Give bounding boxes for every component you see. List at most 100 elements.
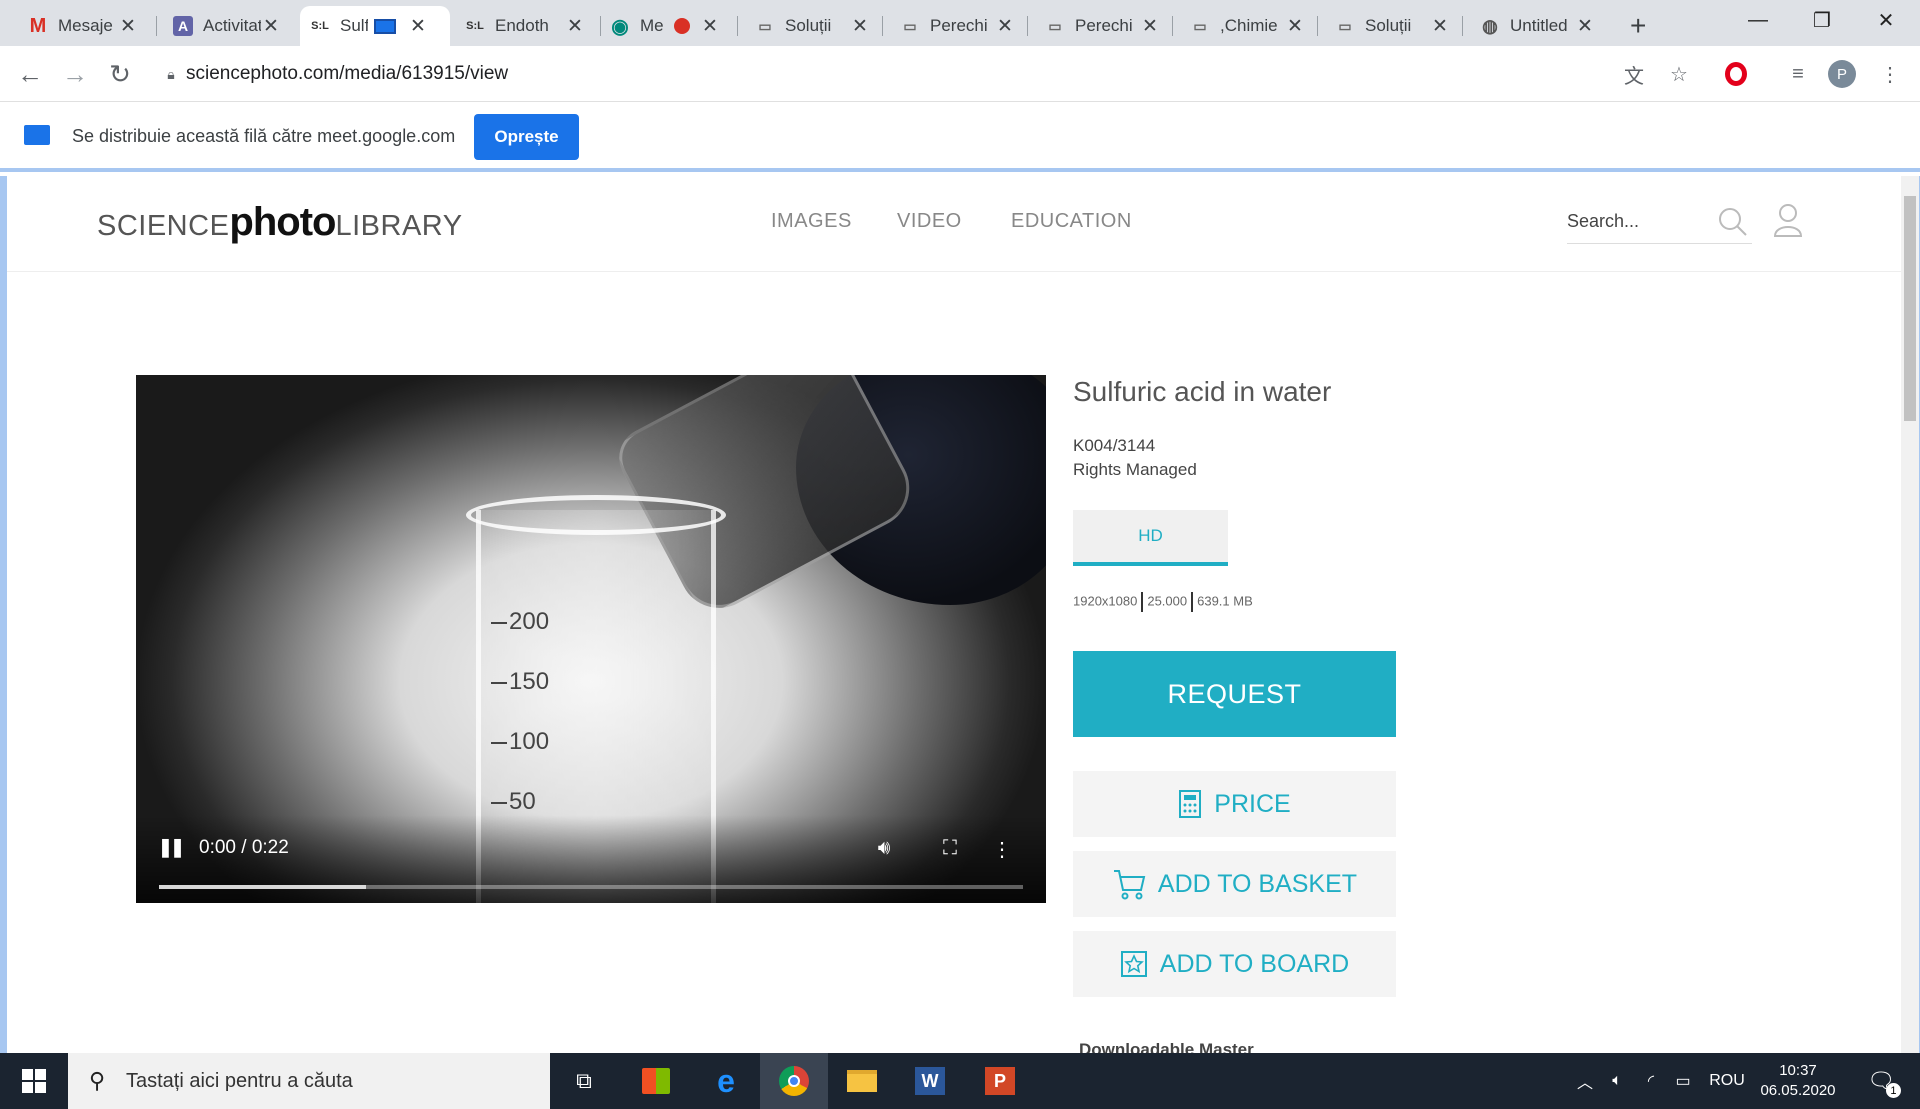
stop-sharing-button[interactable]: Oprește <box>474 114 579 160</box>
tab-perechi-1[interactable]: ▭ Perechi ✕ <box>890 6 1025 46</box>
pause-button[interactable]: ❚❚ <box>158 837 185 858</box>
close-tab-icon[interactable]: ✕ <box>1430 15 1450 38</box>
tab-title: Endoth <box>495 16 549 35</box>
powerpoint-app[interactable]: P <box>966 1053 1034 1109</box>
show-hidden-icons-button[interactable]: ︿ <box>1570 1053 1600 1109</box>
close-window-button[interactable]: ✕ <box>1858 0 1914 40</box>
slides-icon: ▭ <box>903 17 917 34</box>
video-player[interactable]: 200 150 100 50 ❚❚ 0:00 / 0:22 🔊︎ ⛶ ⋮ <box>136 375 1046 903</box>
notification-center-button[interactable]: 🗨︎ 1 <box>1858 1053 1904 1109</box>
search-icon[interactable] <box>1717 206 1749 243</box>
price-button[interactable]: PRICE <box>1073 771 1396 837</box>
translate-icon: 文 <box>1624 65 1644 88</box>
edge-app[interactable]: e <box>692 1053 760 1109</box>
tab-title: Perechi <box>1075 16 1133 35</box>
user-icon[interactable] <box>1772 202 1804 243</box>
nav-images[interactable]: IMAGES <box>771 210 852 233</box>
notification-icon: 🗨︎ 1 <box>1867 1068 1901 1098</box>
store-icon <box>642 1068 670 1094</box>
menu-button[interactable]: ⋮ <box>1874 58 1906 90</box>
video-more-button[interactable]: ⋮ <box>992 837 1012 862</box>
add-to-board-button[interactable]: ADD TO BOARD <box>1073 931 1396 997</box>
taskbar-search-box[interactable]: ⚲ Tastați aici pentru a căuta <box>68 1053 550 1109</box>
opera-extension-button[interactable] <box>1720 58 1752 90</box>
web-page: SCIENCEphotoLIBRARY IMAGES VIDEO EDUCATI… <box>0 176 1920 1053</box>
request-button[interactable]: REQUEST <box>1073 651 1396 737</box>
close-tab-icon[interactable]: ✕ <box>408 15 428 38</box>
video-progress-bar[interactable] <box>159 885 1023 889</box>
tab-perechi-2[interactable]: ▭ Perechi ✕ <box>1035 6 1170 46</box>
logo-part-science: SCIENCE <box>97 210 230 242</box>
url-text: sciencephoto.com/media/613915/view <box>186 63 509 84</box>
format-tab-hd[interactable]: HD <box>1073 510 1228 566</box>
tab-separator <box>1317 16 1318 36</box>
page-scrollbar[interactable] <box>1901 176 1919 1053</box>
tab-chimie[interactable]: ▭ ,Chimie ✕ <box>1180 6 1315 46</box>
screen-share-icon <box>24 125 50 145</box>
close-tab-icon[interactable]: ✕ <box>261 15 281 38</box>
back-button[interactable]: ← <box>10 54 50 94</box>
translate-button[interactable]: 文 <box>1618 58 1650 90</box>
chrome-app[interactable] <box>760 1053 828 1109</box>
tab-activity[interactable]: A Activitate ✕ <box>163 6 291 46</box>
nav-education[interactable]: EDUCATION <box>1011 210 1132 233</box>
close-tab-icon[interactable]: ✕ <box>1140 15 1160 38</box>
network-tray-button[interactable]: ◜ <box>1636 1053 1666 1109</box>
taskbar-search-placeholder: Tastați aici pentru a căuta <box>126 1069 353 1092</box>
close-tab-icon[interactable]: ✕ <box>1575 15 1595 38</box>
tab-title: Perechi <box>930 16 988 35</box>
address-bar[interactable]: 🔒︎ sciencephoto.com/media/613915/view <box>156 54 1726 94</box>
meet-icon: ◉ <box>611 15 629 38</box>
restore-button[interactable]: ❐ <box>1794 0 1850 40</box>
tab-solutii-2[interactable]: ▭ Soluții ✕ <box>1325 6 1460 46</box>
task-view-button[interactable]: ⧉ <box>550 1053 618 1109</box>
start-button[interactable] <box>0 1053 68 1109</box>
forward-button[interactable]: → <box>55 54 95 94</box>
word-app[interactable]: W <box>896 1053 964 1109</box>
battery-tray-button[interactable]: ▭ <box>1668 1053 1698 1109</box>
store-app[interactable] <box>622 1053 690 1109</box>
close-tab-icon[interactable]: ✕ <box>1285 15 1305 38</box>
volume-tray-button[interactable]: 🔈︎ <box>1602 1053 1632 1109</box>
profile-button[interactable]: P <box>1826 58 1858 90</box>
spl-icon: S:L <box>466 20 484 32</box>
reload-icon: ↻ <box>109 58 131 89</box>
close-tab-icon[interactable]: ✕ <box>995 15 1015 38</box>
tab-gmail[interactable]: M Mesaje ✕ <box>18 6 148 46</box>
tab-sulfuric-active[interactable]: S:L Sulfuric ✕ <box>300 6 450 46</box>
basket-label: ADD TO BASKET <box>1157 869 1358 898</box>
arrow-left-icon: ← <box>17 58 43 89</box>
new-tab-button[interactable]: + <box>1620 6 1660 46</box>
tab-separator <box>882 16 883 36</box>
tab-meet[interactable]: ◉ Meet ✕ <box>600 6 730 46</box>
cart-icon <box>1112 868 1146 900</box>
close-tab-icon[interactable]: ✕ <box>700 15 720 38</box>
media-control-button[interactable]: ≡ <box>1782 58 1814 90</box>
clock[interactable]: 10:37 06.05.2020 <box>1752 1053 1844 1109</box>
site-logo[interactable]: SCIENCEphotoLIBRARY <box>97 200 463 245</box>
tab-untitled[interactable]: ◍ Untitled ✕ <box>1470 6 1605 46</box>
tab-title: Activitate <box>203 16 261 35</box>
minimize-button[interactable]: — <box>1730 0 1786 40</box>
add-to-basket-button[interactable]: ADD TO BASKET <box>1073 851 1396 917</box>
volume-button[interactable]: 🔊︎ <box>870 837 898 860</box>
nav-video[interactable]: VIDEO <box>897 210 962 233</box>
share-status-text: Se distribuie această filă către meet.go… <box>72 126 456 146</box>
scrollbar-thumb[interactable] <box>1904 196 1916 421</box>
wifi-icon: ◜ <box>1647 1073 1655 1090</box>
video-time: 0:00 / 0:22 <box>199 837 289 858</box>
close-tab-icon[interactable]: ✕ <box>118 15 138 38</box>
media-id: K004/3144 <box>1073 436 1156 455</box>
media-title: Sulfuric acid in water <box>1073 376 1332 407</box>
tab-solutii-1[interactable]: ▭ Soluții ✕ <box>745 6 880 46</box>
fullscreen-button[interactable]: ⛶ <box>936 837 964 860</box>
close-tab-icon[interactable]: ✕ <box>565 15 585 38</box>
spec-filesize: 639.1 MB <box>1197 593 1253 609</box>
bookmark-button[interactable]: ☆ <box>1663 58 1695 90</box>
tab-endoth[interactable]: S:L Endoth ✕ <box>455 6 595 46</box>
reload-button[interactable]: ↻ <box>100 54 140 94</box>
recording-icon <box>674 18 690 34</box>
file-explorer-app[interactable] <box>828 1053 896 1109</box>
close-tab-icon[interactable]: ✕ <box>850 15 870 38</box>
language-indicator[interactable]: ROU <box>1704 1053 1750 1109</box>
